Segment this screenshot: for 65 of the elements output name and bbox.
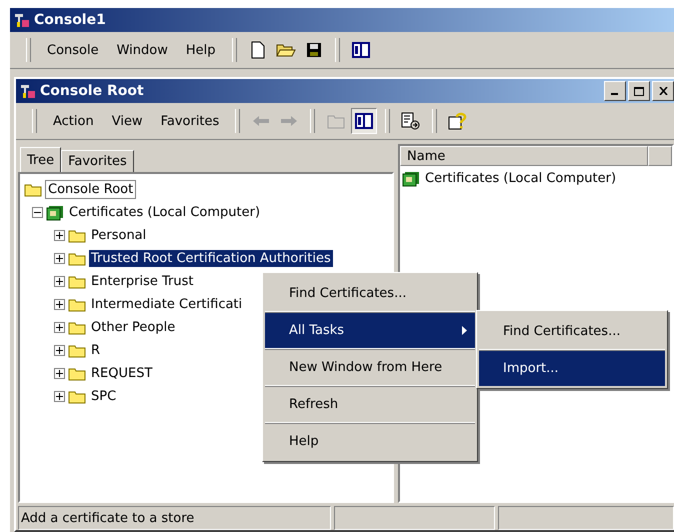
menu-item[interactable]: Import... xyxy=(479,349,665,386)
submenu-arrow-icon xyxy=(462,326,467,334)
folder-icon xyxy=(68,389,86,404)
status-pane: Add a certificate to a store xyxy=(18,506,331,530)
title-bar: Console1 xyxy=(10,8,674,32)
console-icon xyxy=(20,83,36,99)
tree-item[interactable]: SPC xyxy=(89,388,118,405)
folder-icon xyxy=(68,297,86,312)
expand-icon[interactable] xyxy=(54,345,65,356)
show-tree-icon[interactable] xyxy=(352,42,370,58)
expand-icon[interactable] xyxy=(54,230,65,241)
expand-icon[interactable] xyxy=(54,276,65,287)
folder-icon xyxy=(68,343,86,358)
tree-item[interactable]: R xyxy=(89,342,102,359)
tree-item[interactable]: Trusted Root Certification Authorities xyxy=(89,250,333,267)
tab[interactable]: Favorites xyxy=(61,150,134,172)
close-button[interactable] xyxy=(652,81,674,101)
show-tree-icon[interactable] xyxy=(355,113,374,129)
menu-item[interactable]: All Tasks xyxy=(265,311,475,348)
new-document-icon[interactable] xyxy=(250,41,265,59)
console-icon xyxy=(14,12,30,28)
tab[interactable]: Tree xyxy=(20,147,62,172)
menu-item[interactable]: Find Certificates... xyxy=(265,275,475,311)
folder-icon xyxy=(68,228,86,243)
menu-item[interactable]: View xyxy=(104,112,151,130)
folder-icon xyxy=(68,251,86,266)
folder-icon xyxy=(24,182,42,197)
menu-item[interactable]: Action xyxy=(45,112,102,130)
expand-icon[interactable] xyxy=(54,368,65,379)
tree-item[interactable]: Enterprise Trust xyxy=(89,273,196,290)
export-list-icon[interactable] xyxy=(401,112,422,130)
folder-icon xyxy=(68,274,86,289)
minimize-button[interactable] xyxy=(604,81,626,101)
tree-item[interactable]: Other People xyxy=(89,319,178,336)
menu-item[interactable]: Window xyxy=(108,40,176,60)
expand-icon[interactable] xyxy=(54,299,65,310)
menu-item[interactable]: Console xyxy=(39,40,107,60)
maximize-icon xyxy=(634,86,644,96)
menu-item[interactable]: Help xyxy=(265,422,475,459)
column-header[interactable]: Name xyxy=(400,146,648,166)
help-icon[interactable] xyxy=(448,112,468,130)
menu-item[interactable]: Favorites xyxy=(152,112,228,130)
expand-icon[interactable] xyxy=(54,253,65,264)
collapse-icon[interactable] xyxy=(32,207,43,218)
list-item[interactable]: Certificates (Local Computer) xyxy=(423,170,618,187)
menu-item[interactable]: Find Certificates... xyxy=(479,313,665,349)
menu-item[interactable]: Refresh xyxy=(265,385,475,422)
maximize-button[interactable] xyxy=(628,81,650,101)
certificate-icon xyxy=(402,170,420,186)
expand-icon[interactable] xyxy=(54,391,65,402)
close-icon xyxy=(658,87,668,95)
menu-item[interactable]: Help xyxy=(178,40,224,60)
folder-icon xyxy=(68,366,86,381)
tree-item[interactable]: Personal xyxy=(89,227,148,244)
open-folder-icon[interactable] xyxy=(276,42,296,58)
tree-item[interactable]: Console Root xyxy=(45,180,136,199)
tree-item[interactable]: Intermediate Certificati xyxy=(89,296,244,313)
title-bar: Console Root xyxy=(16,79,674,103)
tree-item[interactable]: Certificates (Local Computer) xyxy=(67,204,262,221)
save-icon[interactable] xyxy=(306,42,322,58)
tree-item[interactable]: REQUEST xyxy=(89,365,154,382)
expand-icon[interactable] xyxy=(54,322,65,333)
folder-icon xyxy=(68,320,86,335)
certificate-icon xyxy=(46,204,64,220)
menu-item[interactable]: New Window from Here xyxy=(265,348,475,385)
